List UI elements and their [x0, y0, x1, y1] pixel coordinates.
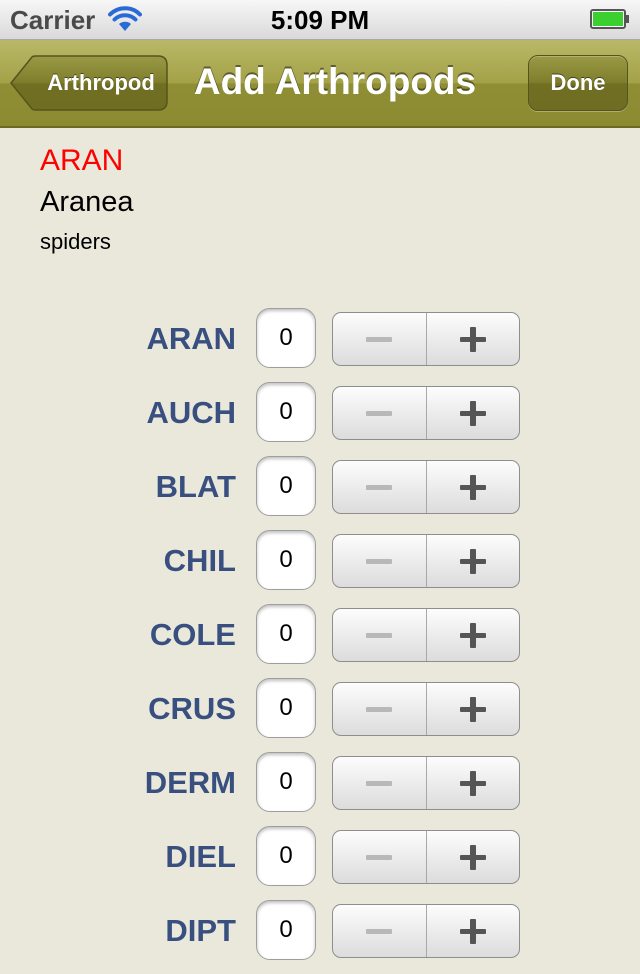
done-button[interactable]: Done — [528, 55, 628, 111]
list-item: BLAT 0 — [0, 456, 640, 530]
increment-button[interactable] — [427, 757, 519, 809]
increment-button[interactable] — [427, 535, 519, 587]
list-item: DIPT 0 — [0, 900, 640, 974]
count-field[interactable]: 0 — [256, 752, 316, 812]
count-field[interactable]: 0 — [256, 678, 316, 738]
count-field[interactable]: 0 — [256, 382, 316, 442]
increment-button[interactable] — [427, 905, 519, 957]
arthropod-code-label: BLAT — [155, 469, 236, 504]
quantity-stepper — [332, 756, 520, 810]
decrement-button[interactable] — [333, 387, 427, 439]
count-field[interactable]: 0 — [256, 900, 316, 960]
decrement-button[interactable] — [333, 683, 427, 735]
list-item: DERM 0 — [0, 752, 640, 826]
species-common-name: spiders — [40, 229, 111, 254]
decrement-button[interactable] — [333, 905, 427, 957]
quantity-stepper — [332, 312, 520, 366]
quantity-stepper — [332, 830, 520, 884]
arthropod-code-label: COLE — [149, 617, 236, 652]
minus-icon — [366, 337, 392, 342]
plus-icon-vertical — [470, 549, 476, 574]
increment-button[interactable] — [427, 461, 519, 513]
minus-icon — [366, 485, 392, 490]
arthropod-code-label: DIPT — [165, 913, 236, 948]
plus-icon-vertical — [470, 697, 476, 722]
back-button-label: Arthropod — [47, 70, 155, 95]
minus-icon — [366, 929, 392, 934]
increment-button[interactable] — [427, 313, 519, 365]
quantity-stepper — [332, 904, 520, 958]
arthropod-code-label: DIEL — [165, 839, 236, 874]
back-button[interactable]: Arthropod — [10, 55, 168, 111]
decrement-button[interactable] — [333, 831, 427, 883]
minus-icon — [366, 633, 392, 638]
list-item: COLE 0 — [0, 604, 640, 678]
plus-icon-vertical — [470, 623, 476, 648]
quantity-stepper — [332, 682, 520, 736]
list-item: ARAN 0 — [0, 308, 640, 382]
plus-icon-vertical — [470, 475, 476, 500]
arthropod-count-list: ARAN 0 AUCH 0 BLAT 0 CHIL 0 COLE 0 CRUS … — [0, 308, 640, 974]
quantity-stepper — [332, 608, 520, 662]
decrement-button[interactable] — [333, 609, 427, 661]
increment-button[interactable] — [427, 609, 519, 661]
list-item: CHIL 0 — [0, 530, 640, 604]
count-field[interactable]: 0 — [256, 456, 316, 516]
plus-icon-vertical — [470, 401, 476, 426]
decrement-button[interactable] — [333, 313, 427, 365]
decrement-button[interactable] — [333, 535, 427, 587]
species-name: Aranea — [40, 186, 134, 218]
arthropod-code-label: CRUS — [148, 691, 236, 726]
list-item: CRUS 0 — [0, 678, 640, 752]
count-field[interactable]: 0 — [256, 604, 316, 664]
plus-icon-vertical — [470, 919, 476, 944]
arthropod-code-label: AUCH — [146, 395, 236, 430]
navigation-bar: Arthropod Add Arthropods Done — [0, 40, 640, 128]
species-code: ARAN — [40, 144, 124, 177]
battery-icon — [590, 9, 629, 29]
clock: 5:09 PM — [270, 5, 370, 35]
count-field[interactable]: 0 — [256, 530, 316, 590]
minus-icon — [366, 707, 392, 712]
plus-icon-vertical — [470, 771, 476, 796]
page-title: Add Arthropods — [193, 61, 477, 102]
list-item: DIEL 0 — [0, 826, 640, 900]
count-field[interactable]: 0 — [256, 308, 316, 368]
decrement-button[interactable] — [333, 461, 427, 513]
arthropod-code-label: ARAN — [146, 321, 236, 356]
species-info: ARAN Aranea spiders — [40, 140, 134, 262]
status-bar: Carrier 5:09 PM — [0, 0, 640, 40]
quantity-stepper — [332, 534, 520, 588]
minus-icon — [366, 781, 392, 786]
list-item: AUCH 0 — [0, 382, 640, 456]
quantity-stepper — [332, 386, 520, 440]
plus-icon-vertical — [470, 327, 476, 352]
arthropod-code-label: CHIL — [163, 543, 236, 578]
plus-icon-vertical — [470, 845, 476, 870]
minus-icon — [366, 559, 392, 564]
increment-button[interactable] — [427, 683, 519, 735]
increment-button[interactable] — [427, 387, 519, 439]
minus-icon — [366, 411, 392, 416]
arthropod-code-label: DERM — [144, 765, 236, 800]
count-field[interactable]: 0 — [256, 826, 316, 886]
minus-icon — [366, 855, 392, 860]
quantity-stepper — [332, 460, 520, 514]
increment-button[interactable] — [427, 831, 519, 883]
decrement-button[interactable] — [333, 757, 427, 809]
